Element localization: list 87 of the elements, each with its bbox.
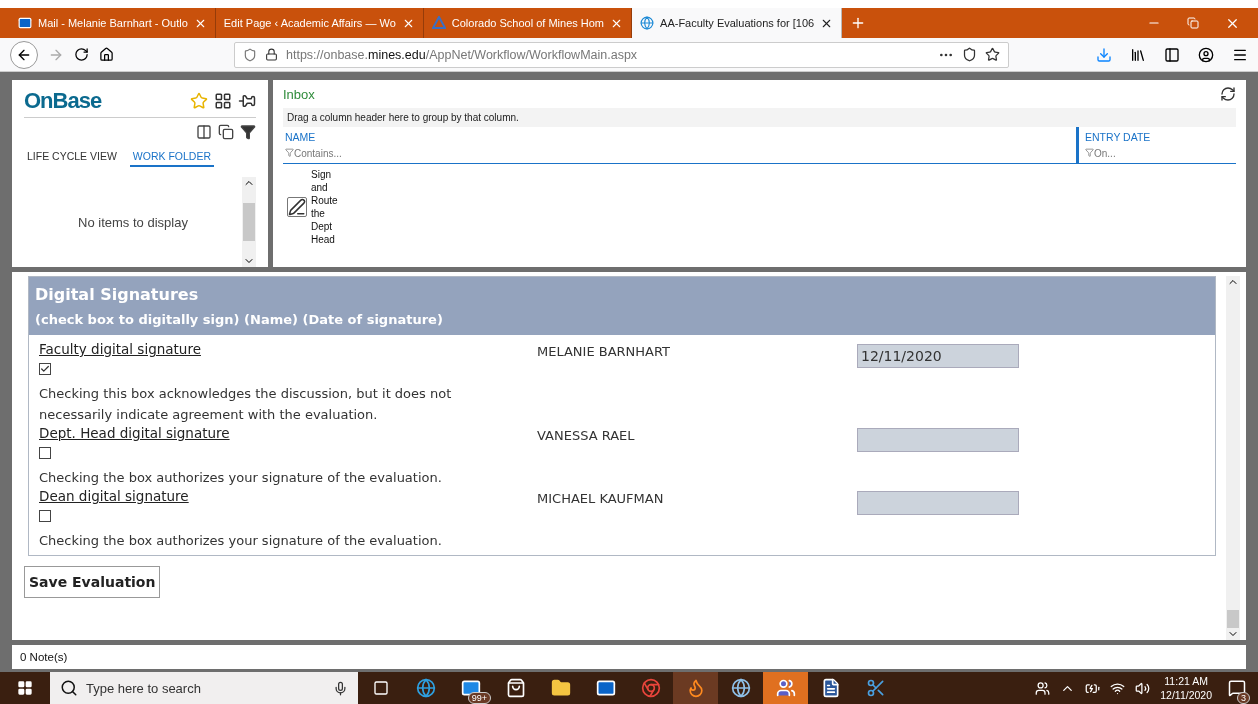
mail-app-button[interactable]: 99+ [448, 672, 493, 704]
signer-name: MELANIE BARNHART [537, 343, 671, 359]
task-view-icon [372, 680, 389, 696]
layout-icon[interactable] [214, 92, 232, 110]
view-tab[interactable]: LIFE CYCLE VIEW [24, 148, 120, 167]
microphone-icon[interactable] [333, 680, 348, 696]
reload-icon[interactable] [74, 47, 89, 62]
message-icon [1228, 679, 1246, 697]
library-icon[interactable] [1130, 46, 1146, 63]
column-header[interactable]: NAME [285, 131, 1070, 143]
back-button[interactable] [10, 40, 38, 69]
view-tab[interactable]: WORK FOLDER [129, 148, 215, 167]
signature-label: Dept. Head digital signature [39, 425, 231, 441]
star-icon[interactable] [190, 92, 208, 110]
signature-checkbox[interactable] [39, 363, 51, 375]
scrollbar[interactable] [242, 177, 256, 267]
folder-icon [550, 678, 571, 698]
empty-message: No items to display [77, 213, 189, 232]
teams-button[interactable] [763, 672, 808, 704]
logo: OnBase [24, 88, 102, 114]
shopping-bag-icon [505, 678, 526, 698]
account-icon[interactable] [1198, 46, 1214, 63]
section-title: Digital Signatures [35, 285, 200, 304]
clock-date: 12/11/2020 [1160, 688, 1212, 702]
tab-title: Mail - Melanie Barnhart - Outlo [38, 17, 188, 29]
column-filter[interactable]: Contains... [294, 148, 342, 159]
volume-icon[interactable] [1135, 680, 1151, 696]
signature-label: Faculty digital signature [39, 341, 202, 357]
signature-checkbox[interactable] [39, 510, 51, 522]
signer-name: VANESSA RAEL [537, 427, 635, 443]
refresh-icon[interactable] [1220, 86, 1236, 102]
inbox-title: Inbox [283, 86, 315, 102]
pocket-icon[interactable] [962, 47, 977, 62]
signature-checkbox[interactable] [39, 447, 51, 459]
home-icon[interactable] [99, 47, 114, 62]
notifications-button[interactable]: 3 [1222, 672, 1252, 704]
save-evaluation-button[interactable]: Save Evaluation [24, 566, 161, 598]
people-icon[interactable] [1035, 680, 1051, 696]
windows-logo-icon [17, 680, 33, 696]
browser-tab[interactable]: AA-Faculty Evaluations for [106 [632, 8, 843, 38]
column-header[interactable]: ENTRY DATE [1085, 131, 1230, 143]
filter-icon [285, 148, 294, 157]
restore-icon[interactable] [1187, 17, 1199, 29]
shield-icon [243, 47, 257, 62]
globe-icon [415, 678, 436, 698]
tab-title: Edit Page ‹ Academic Affairs — Wo [223, 17, 396, 29]
scroll-thumb[interactable] [1227, 610, 1239, 628]
columns-icon[interactable] [196, 124, 212, 140]
column-filter[interactable]: On... [1094, 148, 1116, 159]
signature-note: Checking this box acknowledges the discussion, but it does not necessarily indicate agreement with the evaluation. [39, 385, 453, 424]
wifi-icon[interactable] [1110, 680, 1126, 696]
scissors-icon [865, 678, 886, 698]
signature-label: Dean digital signature [39, 488, 190, 504]
download-icon[interactable] [1096, 46, 1112, 63]
scrollbar[interactable] [1226, 276, 1240, 640]
date-field[interactable]: 12/11/2020 [857, 344, 1019, 368]
globe-icon [730, 678, 751, 698]
address-bar[interactable]: https://onbase.mines.edu/AppNet/Workflow/WorkflowMain.aspx [234, 41, 1009, 68]
signer-name: MICHAEL KAUFMAN [537, 490, 664, 506]
triangle-logo-icon [431, 16, 446, 30]
taskbar-search[interactable]: Type here to search [50, 672, 358, 704]
search-icon [60, 679, 78, 697]
date-field[interactable] [857, 428, 1019, 452]
chrome-icon [640, 678, 661, 698]
filter-icon[interactable] [240, 124, 256, 140]
signature-note: Checking the box authorizes your signature of the evaluation. [39, 532, 443, 550]
tab-title: Colorado School of Mines Hom [451, 17, 605, 29]
sidebar-icon[interactable] [1164, 46, 1180, 63]
scroll-thumb[interactable] [243, 203, 255, 241]
clock-time: 11:21 AM [1164, 674, 1208, 688]
firefox-button[interactable] [673, 672, 718, 704]
document-icon [287, 197, 307, 217]
group-hint: Drag a column header here to group by that column. [283, 108, 1236, 127]
lock-icon [265, 48, 278, 61]
notes-count: 0 Note(s) [12, 645, 1246, 669]
notification-badge: 3 [1237, 692, 1250, 704]
star-icon[interactable] [985, 47, 1000, 62]
signature-note: Checking the box authorizes your signature of the evaluation. [39, 469, 443, 487]
windows-icon[interactable] [218, 124, 234, 140]
globe-icon [640, 16, 655, 30]
people-icon [775, 678, 796, 698]
section-subtitle: (check box to digitally sign) (Name) (Date of signature) [35, 312, 444, 327]
mail-badge: 99+ [467, 692, 491, 704]
filter-icon [1085, 148, 1094, 157]
date-field[interactable] [857, 491, 1019, 515]
inbox-item[interactable]: Sign and Route the Dept Head [311, 168, 343, 246]
tab-title: AA-Faculty Evaluations for [106 [660, 17, 815, 29]
